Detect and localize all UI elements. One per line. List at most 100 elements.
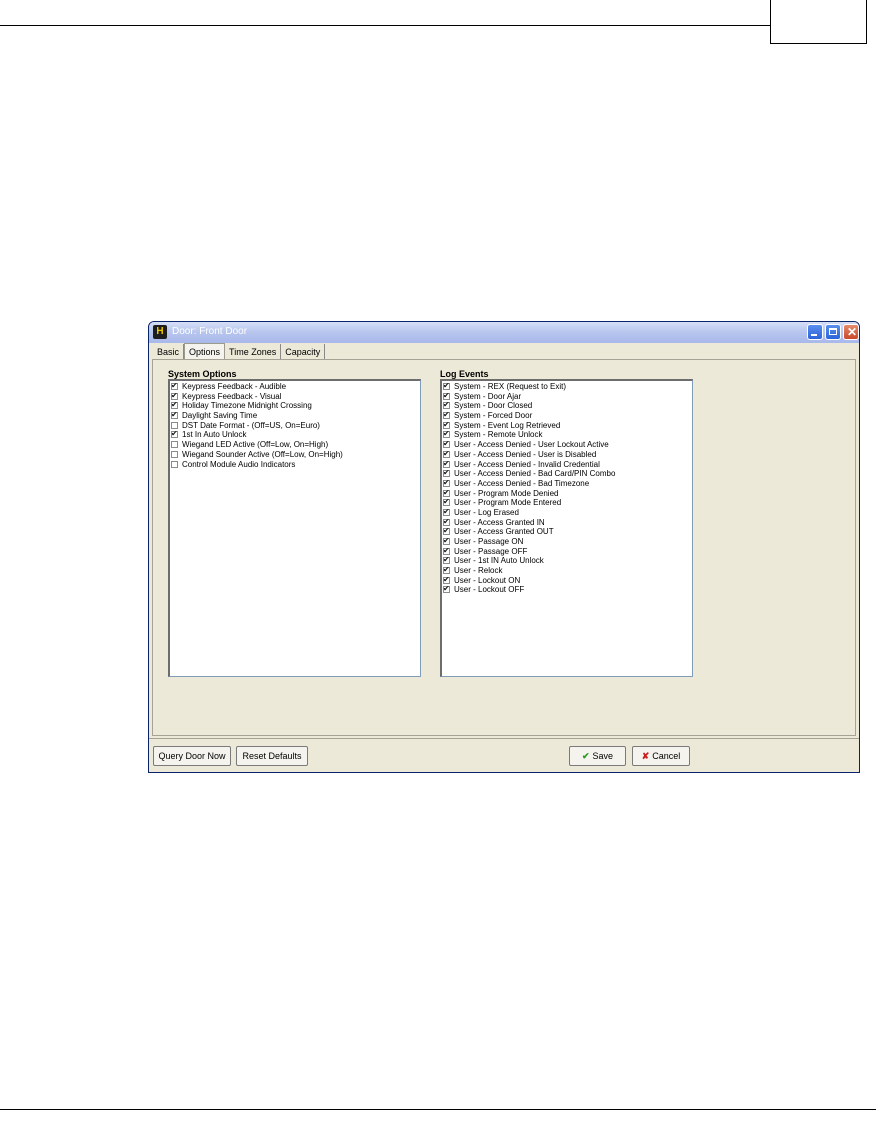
tab-basic[interactable]: Basic bbox=[153, 344, 185, 360]
maximize-button[interactable] bbox=[825, 324, 841, 340]
log-events-list[interactable]: System - REX (Request to Exit)System - D… bbox=[440, 379, 693, 677]
log-event-item[interactable]: User - Lockout OFF bbox=[442, 584, 692, 595]
maximize-icon bbox=[829, 328, 837, 335]
log-event-item-label: User - Access Denied - User Lockout Acti… bbox=[454, 440, 609, 450]
system-option-checkbox[interactable] bbox=[171, 410, 178, 420]
log-event-checkbox[interactable] bbox=[443, 584, 450, 594]
system-option-checkbox[interactable] bbox=[171, 460, 178, 468]
log-event-item-label: User - Access Granted OUT bbox=[454, 527, 554, 537]
log-event-item[interactable]: System - REX (Request to Exit) bbox=[442, 381, 692, 392]
log-event-item[interactable]: User - Access Denied - Invalid Credentia… bbox=[442, 459, 692, 470]
log-event-item[interactable]: User - Program Mode Denied bbox=[442, 488, 692, 499]
system-option-item[interactable]: 1st In Auto Unlock bbox=[170, 429, 420, 440]
log-event-item-label: User - Access Granted IN bbox=[454, 517, 545, 527]
log-event-item[interactable]: User - Access Granted OUT bbox=[442, 526, 692, 537]
tab-strip: Basic Options Time Zones Capacity bbox=[153, 343, 326, 361]
log-event-item[interactable]: User - Relock bbox=[442, 565, 692, 576]
log-event-item[interactable]: User - Passage OFF bbox=[442, 546, 692, 557]
system-options-list[interactable]: Keypress Feedback - AudibleKeypress Feed… bbox=[168, 379, 421, 677]
system-option-checkbox[interactable] bbox=[171, 400, 178, 410]
app-logo-icon: H bbox=[153, 325, 167, 339]
cancel-button[interactable]: ✘ Cancel bbox=[632, 746, 690, 766]
tab-capacity[interactable]: Capacity bbox=[281, 344, 326, 360]
log-event-checkbox[interactable] bbox=[443, 488, 450, 498]
window-title: Door: Front Door bbox=[172, 326, 248, 337]
system-option-checkbox[interactable] bbox=[171, 429, 178, 439]
minimize-button[interactable] bbox=[807, 324, 823, 340]
log-event-checkbox[interactable] bbox=[443, 420, 450, 430]
log-event-checkbox[interactable] bbox=[443, 575, 450, 585]
log-event-item[interactable]: System - Forced Door bbox=[442, 410, 692, 421]
log-event-item[interactable]: System - Event Log Retrieved bbox=[442, 420, 692, 431]
system-option-checkbox[interactable] bbox=[171, 381, 178, 391]
system-option-item[interactable]: Keypress Feedback - Visual bbox=[170, 391, 420, 402]
log-event-item-label: System - Door Closed bbox=[454, 401, 533, 411]
log-event-checkbox[interactable] bbox=[443, 410, 450, 420]
save-button[interactable]: ✔ Save bbox=[569, 746, 626, 766]
log-event-item[interactable]: User - Access Denied - User is Disabled bbox=[442, 449, 692, 460]
close-button[interactable]: ✕ bbox=[843, 324, 859, 340]
system-option-item-label: Keypress Feedback - Audible bbox=[182, 382, 287, 391]
log-event-item[interactable]: User - Access Granted IN bbox=[442, 517, 692, 528]
log-event-item[interactable]: System - Remote Unlock bbox=[442, 429, 692, 440]
log-event-item[interactable]: User - Program Mode Entered bbox=[442, 497, 692, 508]
log-event-item-label: System - Remote Unlock bbox=[454, 430, 543, 440]
log-event-item[interactable]: User - Access Denied - User Lockout Acti… bbox=[442, 439, 692, 450]
system-option-item[interactable]: Holiday Timezone Midnight Crossing bbox=[170, 400, 420, 411]
log-event-item[interactable]: User - Access Denied - Bad Timezone bbox=[442, 478, 692, 489]
log-event-item-label: User - Access Denied - Bad Card/PIN Comb… bbox=[454, 469, 616, 479]
door-options-dialog: H Door: Front Door ✕ Basic Options Time … bbox=[148, 321, 860, 773]
log-event-checkbox[interactable] bbox=[443, 429, 450, 439]
query-door-now-button[interactable]: Query Door Now bbox=[153, 746, 231, 766]
log-event-item-label: User - Passage OFF bbox=[454, 546, 528, 556]
system-option-item-label: 1st In Auto Unlock bbox=[182, 430, 247, 440]
log-event-checkbox[interactable] bbox=[443, 381, 450, 391]
query-door-now-label: Query Door Now bbox=[158, 751, 226, 761]
tab-time-zones[interactable]: Time Zones bbox=[225, 344, 282, 360]
cancel-label: Cancel bbox=[652, 751, 681, 761]
x-icon: ✘ bbox=[641, 751, 650, 761]
log-event-checkbox[interactable] bbox=[443, 459, 450, 469]
system-option-item[interactable]: Keypress Feedback - Audible bbox=[170, 381, 420, 392]
options-tab-panel: System Options Keypress Feedback - Audib… bbox=[152, 359, 856, 736]
log-event-item[interactable]: User - Lockout ON bbox=[442, 575, 692, 586]
log-event-checkbox[interactable] bbox=[443, 517, 450, 527]
log-event-item[interactable]: User - Passage ON bbox=[442, 536, 692, 547]
system-option-checkbox[interactable] bbox=[171, 421, 178, 429]
log-event-checkbox[interactable] bbox=[443, 507, 450, 517]
system-option-checkbox[interactable] bbox=[171, 391, 178, 401]
log-event-item-label: User - Access Denied - Bad Timezone bbox=[454, 478, 590, 488]
log-event-item[interactable]: System - Door Ajar bbox=[442, 391, 692, 402]
log-event-item-label: User - Access Denied - User is Disabled bbox=[454, 449, 597, 459]
system-option-checkbox[interactable] bbox=[171, 441, 178, 449]
reset-defaults-button[interactable]: Reset Defaults bbox=[236, 746, 308, 766]
log-event-item[interactable]: User - Access Denied - Bad Card/PIN Comb… bbox=[442, 468, 692, 479]
system-option-item[interactable]: Wiegand LED Active (Off=Low, On=High) bbox=[170, 440, 420, 450]
log-event-item-label: User - Lockout OFF bbox=[454, 585, 525, 595]
system-option-checkbox[interactable] bbox=[171, 450, 178, 458]
log-event-checkbox[interactable] bbox=[443, 526, 450, 536]
log-event-checkbox[interactable] bbox=[443, 536, 450, 546]
system-option-item[interactable]: Wiegand Sounder Active (Off=Low, On=High… bbox=[170, 450, 420, 460]
log-event-checkbox[interactable] bbox=[443, 391, 450, 401]
title-bar[interactable]: H Door: Front Door ✕ bbox=[149, 322, 859, 343]
reset-defaults-label: Reset Defaults bbox=[242, 751, 302, 761]
system-option-item[interactable]: Daylight Saving Time bbox=[170, 410, 420, 421]
log-event-checkbox[interactable] bbox=[443, 497, 450, 507]
log-event-checkbox[interactable] bbox=[443, 555, 450, 565]
log-event-checkbox[interactable] bbox=[443, 468, 450, 478]
page-footer-rule bbox=[0, 1109, 876, 1110]
log-event-checkbox[interactable] bbox=[443, 400, 450, 410]
log-event-checkbox[interactable] bbox=[443, 565, 450, 575]
log-event-checkbox[interactable] bbox=[443, 449, 450, 459]
log-event-checkbox[interactable] bbox=[443, 478, 450, 488]
system-option-item[interactable]: Control Module Audio Indicators bbox=[170, 460, 420, 470]
system-option-item[interactable]: DST Date Format - (Off=US, On=Euro) bbox=[170, 421, 420, 431]
system-option-item-label: Control Module Audio Indicators bbox=[182, 459, 296, 469]
log-event-checkbox[interactable] bbox=[443, 439, 450, 449]
log-event-item[interactable]: User - 1st IN Auto Unlock bbox=[442, 555, 692, 566]
log-event-item[interactable]: System - Door Closed bbox=[442, 400, 692, 411]
log-event-item-label: System - Door Ajar bbox=[454, 391, 522, 401]
log-event-checkbox[interactable] bbox=[443, 546, 450, 556]
log-event-item[interactable]: User - Log Erased bbox=[442, 507, 692, 518]
